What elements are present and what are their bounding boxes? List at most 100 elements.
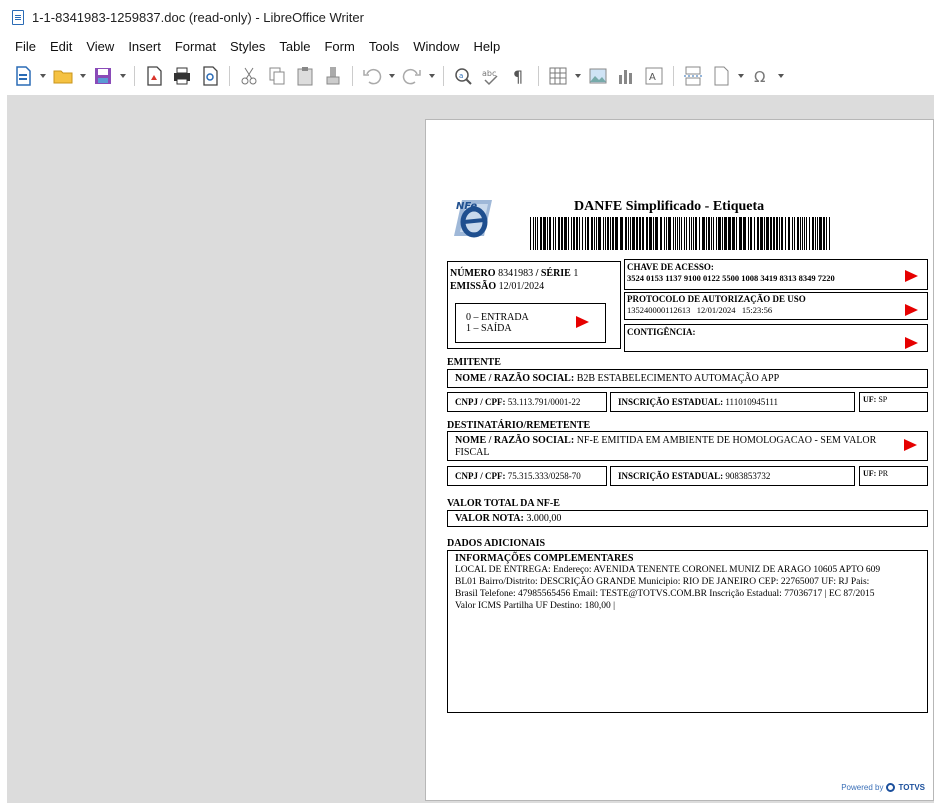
menu-tools[interactable]: Tools	[362, 39, 406, 54]
barcode-bar	[533, 217, 534, 250]
toolbar-separator	[443, 66, 444, 86]
emitente-uf-label: UF:	[863, 395, 877, 404]
document-page[interactable]: NFe DANFE Simplificado - Etiqueta NÚMERO…	[425, 119, 934, 801]
barcode-bar	[615, 217, 618, 250]
barcode-bar	[549, 217, 551, 250]
serie-label: / SÉRIE	[535, 268, 571, 279]
barcode-bar	[603, 217, 604, 250]
barcode-bar	[553, 217, 554, 250]
svg-text:Ω: Ω	[754, 68, 765, 86]
special-character-icon[interactable]: Ω	[748, 63, 774, 89]
svg-text:A: A	[649, 72, 656, 83]
barcode-bar	[579, 217, 580, 250]
redo-icon[interactable]	[399, 63, 425, 89]
spellcheck-icon[interactable]: abc	[478, 63, 504, 89]
emitente-nome-value: B2B ESTABELECIMENTO AUTOMAÇÃO APP	[576, 373, 780, 384]
barcode-bar	[684, 217, 685, 250]
barcode-bar	[660, 217, 662, 250]
cut-icon[interactable]	[236, 63, 262, 89]
dest-nome-box: NOME / RAZÃO SOCIAL: NF-E EMITIDA EM AMB…	[447, 431, 928, 461]
barcode-bar	[607, 217, 609, 250]
barcode-bar	[636, 217, 638, 250]
document-icon	[12, 9, 24, 25]
barcode-bar	[743, 217, 746, 250]
barcode-bar	[537, 217, 538, 250]
numero-box: NÚMERO 8341983 / SÉRIE 1 EMISSÃO 12/01/2…	[447, 261, 621, 349]
menu-view[interactable]: View	[79, 39, 121, 54]
save-dropdown-icon[interactable]	[118, 63, 128, 89]
print-preview-icon[interactable]	[197, 63, 223, 89]
paste-icon[interactable]	[292, 63, 318, 89]
barcode-bar	[591, 217, 593, 250]
menu-file[interactable]: File	[8, 39, 43, 54]
saida-text: 1 – SAÍDA	[466, 323, 512, 334]
save-icon[interactable]	[90, 63, 116, 89]
barcode-bar	[642, 217, 644, 250]
toolbar-separator	[229, 66, 230, 86]
new-dropdown-icon[interactable]	[38, 63, 48, 89]
valor-nota-value: 3.000,00	[526, 513, 562, 524]
emitente-ie-label: INSCRIÇÃO ESTADUAL:	[618, 397, 724, 407]
dest-cnpj-box: CNPJ / CPF: 75.315.333/0258-70	[447, 466, 607, 486]
menu-window[interactable]: Window	[406, 39, 466, 54]
menu-help[interactable]: Help	[466, 39, 507, 54]
window-title: 1-1-8341983-1259837.doc (read-only) - Li…	[32, 9, 364, 25]
info-complementares-label: INFORMAÇÕES COMPLEMENTARES	[455, 553, 634, 564]
menu-insert[interactable]: Insert	[121, 39, 168, 54]
protocolo-box: PROTOCOLO DE AUTORIZAÇÃO DE USO 13524000…	[624, 292, 928, 320]
open-folder-icon[interactable]	[50, 63, 76, 89]
dest-cnpj-label: CNPJ / CPF:	[455, 471, 506, 481]
barcode-bar	[564, 217, 567, 250]
barcode-bar	[587, 217, 589, 250]
menu-edit[interactable]: Edit	[43, 39, 79, 54]
emitente-cnpj-box: CNPJ / CPF: 53.113.791/0001-22	[447, 392, 607, 412]
info-line-3: Brasil Telefone: 47985565456 Email: TEST…	[455, 589, 875, 599]
open-dropdown-icon[interactable]	[78, 63, 88, 89]
clone-formatting-icon[interactable]	[320, 63, 346, 89]
insert-table-icon[interactable]	[545, 63, 571, 89]
special-character-dropdown-icon[interactable]	[776, 63, 786, 89]
export-pdf-icon[interactable]	[141, 63, 167, 89]
insert-textbox-icon[interactable]: A	[641, 63, 667, 89]
new-document-icon[interactable]	[10, 63, 36, 89]
undo-icon[interactable]	[359, 63, 385, 89]
barcode-bar	[728, 217, 731, 250]
find-replace-icon[interactable]: a	[450, 63, 476, 89]
menu-table[interactable]: Table	[272, 39, 317, 54]
barcode-bar	[625, 217, 627, 250]
barcode-bar	[797, 217, 799, 250]
emissao-line: EMISSÃO 12/01/2024	[450, 281, 544, 292]
toolbar-separator	[352, 66, 353, 86]
formatting-marks-icon[interactable]: ¶	[506, 63, 532, 89]
menu-form[interactable]: Form	[317, 39, 361, 54]
barcode-bar	[711, 217, 712, 250]
dest-ie-value: 9083853732	[725, 471, 771, 481]
contingencia-box: CONTIGÊNCIA:	[624, 324, 928, 352]
insert-image-icon[interactable]	[585, 63, 611, 89]
field-icon[interactable]	[708, 63, 734, 89]
protocolo-value: 135240000112613 12/01/2024 15:23:56	[627, 305, 773, 315]
print-icon[interactable]	[169, 63, 195, 89]
copy-icon[interactable]	[264, 63, 290, 89]
chave-label: CHAVE DE ACESSO:	[627, 262, 714, 272]
redo-dropdown-icon[interactable]	[427, 63, 437, 89]
emitente-ie-box: INSCRIÇÃO ESTADUAL: 111010945111	[610, 392, 855, 412]
menu-format[interactable]: Format	[168, 39, 223, 54]
barcode-bar	[675, 217, 676, 250]
barcode-bar	[826, 217, 827, 250]
barcode-bar	[666, 217, 667, 250]
barcode-bar	[620, 217, 623, 250]
barcode-bar	[540, 217, 542, 250]
barcode-bar	[561, 217, 563, 250]
field-dropdown-icon[interactable]	[736, 63, 746, 89]
insert-chart-icon[interactable]	[613, 63, 639, 89]
protocolo-arrow-icon	[905, 304, 918, 316]
page-break-icon[interactable]	[680, 63, 706, 89]
barcode-bar	[677, 217, 678, 250]
info-line-4: Valor ICMS Partilha UF Destino: 180,00 |	[455, 601, 615, 611]
nfe-logo-text: NFe	[456, 201, 477, 212]
barcode-bar	[809, 217, 810, 250]
menu-styles[interactable]: Styles	[223, 39, 272, 54]
undo-dropdown-icon[interactable]	[387, 63, 397, 89]
table-dropdown-icon[interactable]	[573, 63, 583, 89]
